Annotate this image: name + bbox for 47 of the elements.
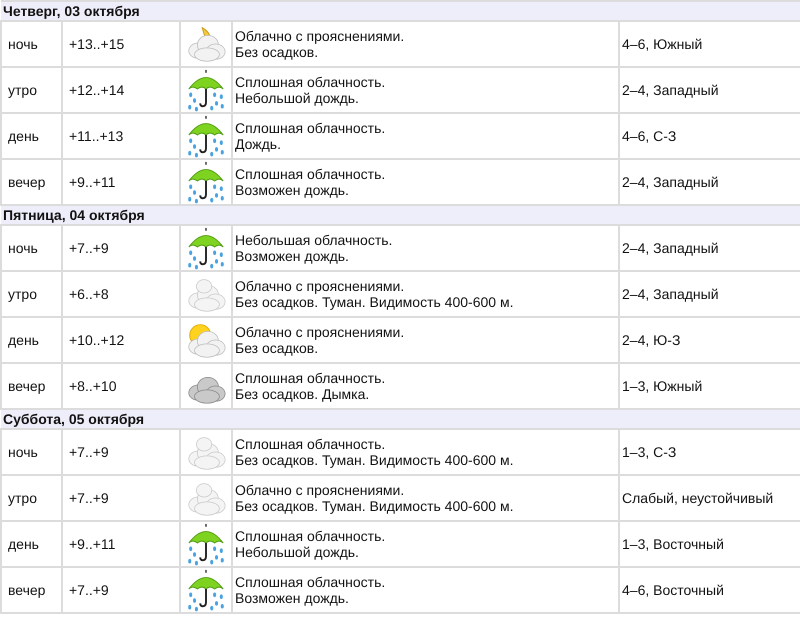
period-cell: ночь bbox=[1, 21, 62, 67]
sky-text: Облачно с прояснениями. bbox=[235, 482, 404, 498]
temperature-cell: +7..+9 bbox=[62, 225, 180, 271]
precipitation-text: Без осадков. bbox=[235, 340, 318, 356]
temperature-cell: +7..+9 bbox=[62, 567, 180, 613]
period-cell: утро bbox=[1, 67, 62, 113]
sky-text: Сплошная облачность. bbox=[235, 166, 386, 182]
sky-text: Сплошная облачность. bbox=[235, 74, 386, 90]
day-header: Пятница, 04 октября bbox=[1, 205, 800, 225]
precipitation-text: Без осадков. bbox=[235, 44, 318, 60]
sky-text: Облачно с прояснениями. bbox=[235, 28, 404, 44]
precipitation-text: Возможен дождь. bbox=[235, 590, 349, 606]
precipitation-text: Без осадков. Дымка. bbox=[235, 386, 370, 402]
temperature-cell: +7..+9 bbox=[62, 475, 180, 521]
sky-text: Облачно с прояснениями. bbox=[235, 324, 404, 340]
sky-text: Сплошная облачность. bbox=[235, 574, 386, 590]
period-cell: день bbox=[1, 113, 62, 159]
temperature-cell: +10..+12 bbox=[62, 317, 180, 363]
temperature-cell: +7..+9 bbox=[62, 429, 180, 475]
precipitation-text: Дождь. bbox=[235, 136, 281, 152]
period-cell: день bbox=[1, 317, 62, 363]
temperature-cell: +13..+15 bbox=[62, 21, 180, 67]
day-header: Четверг, 03 октября bbox=[1, 1, 800, 21]
sky-text: Сплошная облачность. bbox=[235, 436, 386, 452]
sky-text: Сплошная облачность. bbox=[235, 370, 386, 386]
temperature-cell: +9..+11 bbox=[62, 521, 180, 567]
period-cell: ночь bbox=[1, 225, 62, 271]
period-cell: вечер bbox=[1, 567, 62, 613]
day-header: Суббота, 05 октября bbox=[1, 409, 800, 429]
sky-text: Сплошная облачность. bbox=[235, 120, 386, 136]
precipitation-text: Возможен дождь. bbox=[235, 182, 349, 198]
sky-text: Облачно с прояснениями. bbox=[235, 278, 404, 294]
precipitation-text: Небольшой дождь. bbox=[235, 544, 359, 560]
temperature-cell: +6..+8 bbox=[62, 271, 180, 317]
period-cell: утро bbox=[1, 271, 62, 317]
sky-text: Сплошная облачность. bbox=[235, 528, 386, 544]
period-cell: утро bbox=[1, 475, 62, 521]
sky-text: Небольшая облачность. bbox=[235, 232, 392, 248]
temperature-cell: +11..+13 bbox=[62, 113, 180, 159]
precipitation-text: Небольшой дождь. bbox=[235, 90, 359, 106]
period-cell: ночь bbox=[1, 429, 62, 475]
temperature-cell: +12..+14 bbox=[62, 67, 180, 113]
precipitation-text: Без осадков. Туман. Видимость 400-600 м. bbox=[235, 294, 514, 310]
precipitation-text: Без осадков. Туман. Видимость 400-600 м. bbox=[235, 452, 514, 468]
precipitation-text: Возможен дождь. bbox=[235, 248, 349, 264]
period-cell: день bbox=[1, 521, 62, 567]
precipitation-text: Без осадков. Туман. Видимость 400-600 м. bbox=[235, 498, 514, 514]
